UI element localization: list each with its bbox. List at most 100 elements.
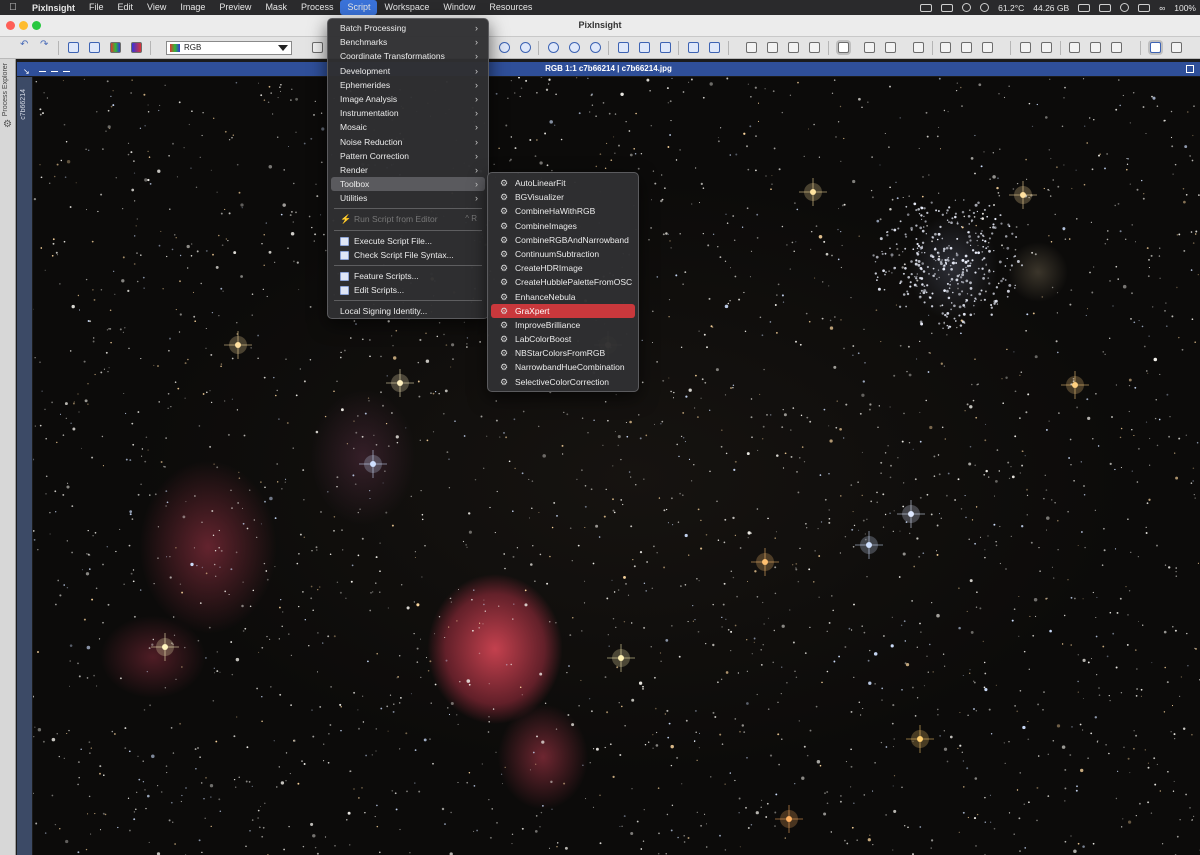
menu-workspace[interactable]: Workspace — [377, 0, 436, 15]
memory-readout[interactable]: 44.26 GB — [1033, 3, 1069, 13]
view-tab-label[interactable]: c7b66214 — [20, 89, 27, 120]
maximize-icon[interactable] — [1186, 65, 1194, 73]
toolbox-item-combineimages[interactable]: ⚙ CombineImages — [491, 219, 635, 233]
toolbox-item-selectivecolorcorrection[interactable]: ⚙ SelectiveColorCorrection — [491, 375, 635, 389]
menu-image[interactable]: Image — [173, 0, 212, 15]
volume-icon[interactable] — [1138, 3, 1151, 12]
image-icon[interactable] — [1171, 42, 1182, 53]
menu-script[interactable]: Script — [340, 0, 378, 15]
mask-tool-icon[interactable] — [746, 42, 757, 53]
menu-item-toolbox[interactable]: Toolbox › — [331, 177, 485, 192]
activity-icon[interactable] — [1078, 3, 1091, 12]
cloud-icon[interactable] — [920, 3, 933, 12]
menu-item-local-signing-identity[interactable]: Local Signing Identity... — [331, 304, 485, 318]
clock-icon[interactable] — [1120, 3, 1130, 12]
zoom-in-icon[interactable] — [499, 42, 510, 53]
redo-icon[interactable]: ↷ — [40, 39, 51, 50]
menu-item-execute-script-file[interactable]: Execute Script File... — [331, 234, 485, 248]
fit-view-icon[interactable] — [639, 42, 650, 53]
menu-file[interactable]: File — [82, 0, 111, 15]
toolbox-item-createhdrimage[interactable]: ⚙ CreateHDRImage — [491, 261, 635, 275]
menu-item-feature-scripts[interactable]: Feature Scripts... — [331, 269, 485, 283]
readout-icon[interactable] — [982, 42, 993, 53]
channel-select[interactable]: RGB — [166, 41, 292, 55]
menu-mask[interactable]: Mask — [258, 0, 294, 15]
stf-icon[interactable] — [864, 42, 875, 53]
toolbox-item-graxpert[interactable]: ⚙ GraXpert — [491, 303, 635, 318]
menu-item-check-syntax[interactable]: Check Script File Syntax... — [331, 248, 485, 262]
channel-icon[interactable] — [131, 42, 142, 53]
menu-item-benchmarks[interactable]: Benchmarks › — [331, 35, 485, 49]
frame-icon[interactable] — [709, 42, 720, 53]
zoom-out-icon[interactable] — [520, 42, 531, 53]
crosshair-icon[interactable] — [312, 42, 323, 53]
readout-icon[interactable] — [961, 42, 972, 53]
menu-item-development[interactable]: Development › — [331, 64, 485, 78]
menu-item-edit-scripts[interactable]: Edit Scripts... — [331, 283, 485, 297]
toolbox-item-continuumsubtraction[interactable]: ⚙ ContinuumSubtraction — [491, 247, 635, 261]
menu-item-ephemerides[interactable]: Ephemerides › — [331, 78, 485, 92]
stf-icon[interactable] — [913, 42, 924, 53]
process-explorer-bar[interactable]: Process Explorer ⚙ — [0, 59, 16, 855]
app-menu[interactable]: PixInsight — [26, 3, 82, 13]
process-explorer-label[interactable]: Process Explorer — [2, 63, 9, 116]
rgb-channels-icon[interactable] — [110, 42, 121, 53]
menu-item-instrumentation[interactable]: Instrumentation › — [331, 106, 485, 120]
toolbox-item-improvebrilliance[interactable]: ⚙ ImproveBrilliance — [491, 318, 635, 332]
view-tab[interactable]: c7b66214 — [17, 77, 32, 855]
toolbox-item-enhancenebula[interactable]: ⚙ EnhanceNebula — [491, 290, 635, 304]
zoom-icon[interactable] — [590, 42, 601, 53]
display-icon[interactable] — [941, 3, 954, 12]
mask-tool-icon[interactable] — [809, 42, 820, 53]
toolbox-item-createhubblepalettefromosc[interactable]: ⚙ CreateHubblePaletteFromOSC — [491, 275, 635, 289]
menu-item-batch-processing[interactable]: Batch Processing › — [331, 21, 485, 35]
stf-icon[interactable] — [885, 42, 896, 53]
mask-tool-icon[interactable] — [767, 42, 778, 53]
frame-icon[interactable] — [688, 42, 699, 53]
menu-item-noise-reduction[interactable]: Noise Reduction › — [331, 135, 485, 149]
menu-window[interactable]: Window — [436, 0, 482, 15]
menu-resources[interactable]: Resources — [482, 0, 539, 15]
image-window-titlebar[interactable]: ↘ RGB 1:1 c7b66214 | c7b66214.jpg — [17, 62, 1200, 76]
image-tool-icon[interactable] — [89, 42, 100, 53]
zoom-icon[interactable] — [569, 42, 580, 53]
readout-icon[interactable] — [940, 42, 951, 53]
fit-view-icon[interactable] — [618, 42, 629, 53]
menu-edit[interactable]: Edit — [111, 0, 141, 15]
toolbox-item-autolinearfit[interactable]: ⚙ AutoLinearFit — [491, 176, 635, 190]
menu-item-utilities[interactable]: Utilities › — [331, 191, 485, 205]
apple-icon[interactable]:  — [0, 2, 26, 13]
menu-item-render[interactable]: Render › — [331, 163, 485, 177]
mask-tool-icon[interactable] — [788, 42, 799, 53]
monitor-icon[interactable] — [1150, 42, 1161, 53]
menu-process[interactable]: Process — [294, 0, 341, 15]
toolbox-item-narrowbandhuecombination[interactable]: ⚙ NarrowbandHueCombination — [491, 360, 635, 374]
menu-item-pattern-correction[interactable]: Pattern Correction › — [331, 149, 485, 163]
toolbox-item-labcolorboost[interactable]: ⚙ LabColorBoost — [491, 332, 635, 346]
menu-item-coordinate-transformations[interactable]: Coordinate Transformations › — [331, 49, 485, 63]
toolbox-item-combinehawithrgb[interactable]: ⚙ CombineHaWithRGB — [491, 204, 635, 218]
gear-icon[interactable]: ⚙ — [3, 119, 12, 130]
panel-icon[interactable] — [1020, 42, 1031, 53]
undo-icon[interactable]: ↶ — [20, 39, 31, 50]
fit-view-icon[interactable] — [660, 42, 671, 53]
temperature-readout[interactable]: 61.2°C — [998, 3, 1024, 13]
toolbox-item-combinergbandnarrowband[interactable]: ⚙ CombineRGBAndNarrowband — [491, 233, 635, 247]
panel-icon[interactable] — [1090, 42, 1101, 53]
network-icon[interactable] — [962, 3, 972, 12]
menu-item-image-analysis[interactable]: Image Analysis › — [331, 92, 485, 106]
panel-icon[interactable] — [1069, 42, 1080, 53]
zoom-icon[interactable] — [548, 42, 559, 53]
panel-icon[interactable] — [1041, 42, 1052, 53]
image-tool-icon[interactable] — [68, 42, 79, 53]
bluetooth-icon[interactable]: ∞ — [1159, 3, 1165, 13]
battery-readout[interactable]: 100% — [1174, 3, 1196, 13]
toolbox-item-nbstarcolorsfromrgb[interactable]: ⚙ NBStarColorsFromRGB — [491, 346, 635, 360]
stf-selected-icon[interactable] — [838, 42, 849, 53]
panel-icon[interactable] — [1111, 42, 1122, 53]
toolbox-item-bgvisualizer[interactable]: ⚙ BGVisualizer — [491, 190, 635, 204]
wifi-icon[interactable] — [1099, 3, 1112, 12]
sync-icon[interactable] — [980, 3, 990, 12]
menu-item-mosaic[interactable]: Mosaic › — [331, 120, 485, 134]
menu-preview[interactable]: Preview — [212, 0, 258, 15]
